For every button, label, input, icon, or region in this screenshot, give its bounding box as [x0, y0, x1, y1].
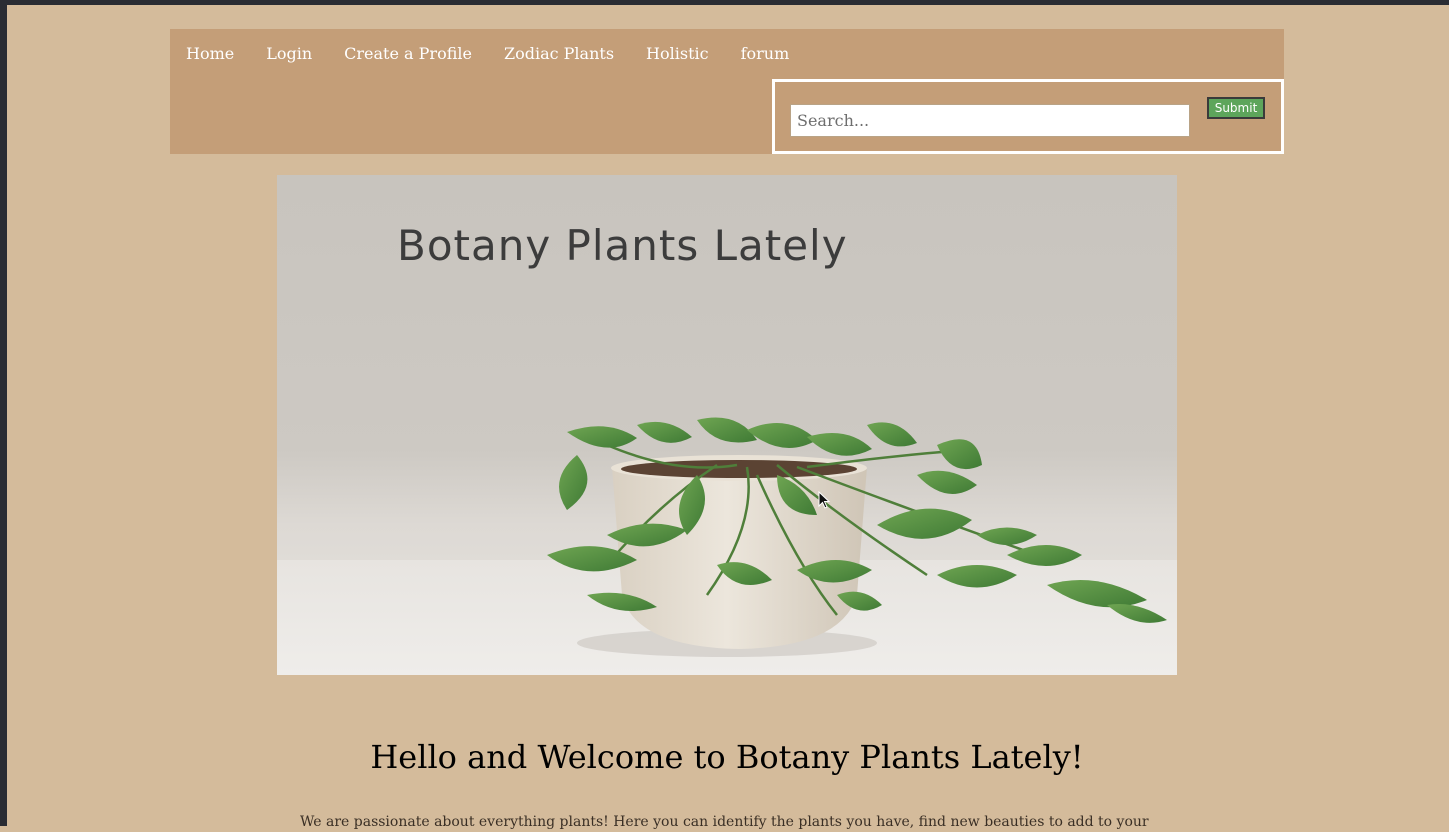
nav-links: Home Login Create a Profile Zodiac Plant… [186, 43, 789, 65]
search-form: Submit [772, 79, 1284, 154]
nav-link-holistic[interactable]: Holistic [646, 43, 709, 65]
welcome-heading: Hello and Welcome to Botany Plants Latel… [370, 738, 1084, 776]
nav-link-zodiac-plants[interactable]: Zodiac Plants [504, 43, 614, 65]
nav-link-forum[interactable]: forum [741, 43, 790, 65]
window-top-border [0, 0, 1449, 5]
window-left-border [0, 0, 7, 826]
mouse-pointer-icon [818, 491, 830, 509]
potted-plant-image [547, 417, 1167, 657]
intro-paragraph: We are passionate about everything plant… [300, 814, 1149, 830]
nav-link-create-profile[interactable]: Create a Profile [344, 43, 472, 65]
nav-link-home[interactable]: Home [186, 43, 234, 65]
top-navbar: Home Login Create a Profile Zodiac Plant… [170, 29, 1284, 154]
nav-link-login[interactable]: Login [266, 43, 312, 65]
hero-banner: Botany Plants Lately [277, 175, 1177, 675]
submit-button[interactable]: Submit [1207, 97, 1265, 119]
search-input[interactable] [790, 104, 1190, 137]
